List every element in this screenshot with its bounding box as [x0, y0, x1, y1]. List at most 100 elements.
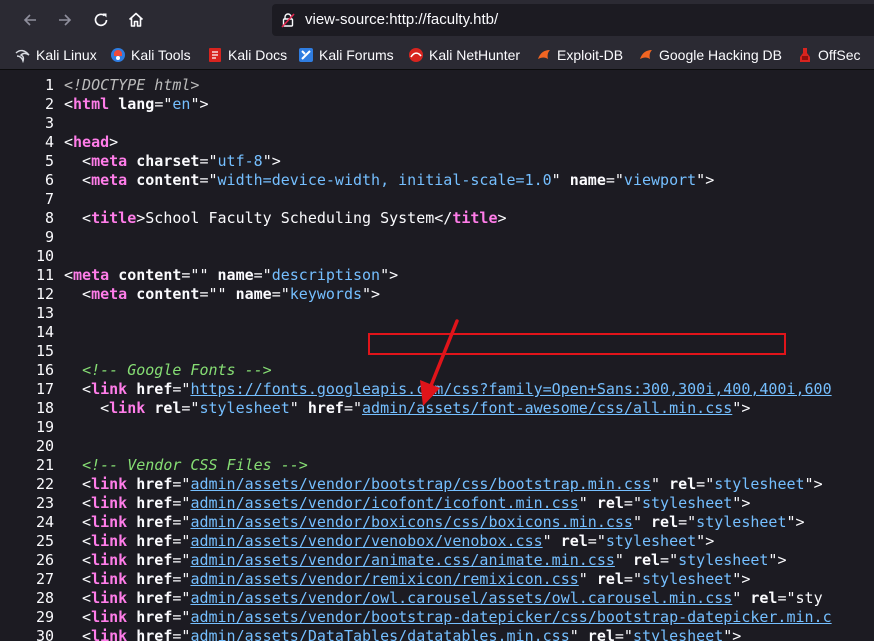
bookmark-kali-linux[interactable]: Kali Linux: [15, 45, 97, 65]
punctuation: =": [587, 532, 606, 550]
punctuation: [127, 608, 136, 626]
source-line: 18 <link rel="stylesheet" href="admin/as…: [0, 399, 874, 418]
home-button[interactable]: [123, 7, 149, 33]
source-link[interactable]: admin/assets/vendor/boxicons/css/boxicon…: [190, 513, 633, 531]
bookmark-kali-nethunter[interactable]: Kali NetHunter: [408, 45, 520, 65]
source-link[interactable]: admin/assets/vendor/bootstrap/css/bootst…: [190, 475, 651, 493]
line-code: <link href="admin/assets/vendor/animate.…: [64, 551, 786, 570]
url-text[interactable]: view-source:http://faculty.htb/: [305, 10, 498, 30]
punctuation: =": [614, 627, 633, 641]
line-code: <meta content="width=device-width, initi…: [64, 171, 714, 190]
punctuation: ">: [732, 494, 751, 512]
attribute-value: stylesheet: [714, 475, 805, 493]
punctuation: [127, 551, 136, 569]
punctuation: ": [614, 551, 633, 569]
source-link[interactable]: admin/assets/vendor/owl.carousel/assets/…: [190, 589, 732, 607]
source-line: 5 <meta charset="utf-8">: [0, 152, 874, 171]
bookmark-kali-tools[interactable]: Kali Tools: [110, 45, 191, 65]
kali-nethunter-icon: [409, 48, 423, 62]
tag-name: meta: [91, 152, 128, 170]
punctuation: [109, 95, 118, 113]
punctuation: ": [578, 570, 597, 588]
bookmark-offsec[interactable]: OffSec: [797, 45, 861, 65]
source-line: 6 <meta content="width=device-width, ini…: [0, 171, 874, 190]
source-link[interactable]: admin/assets/font-awesome/css/all.min.cs…: [362, 399, 732, 417]
forward-button[interactable]: [52, 7, 78, 33]
source-link[interactable]: admin/assets/vendor/remixicon/remixicon.…: [190, 570, 578, 588]
line-number: 23: [35, 494, 54, 512]
source-link[interactable]: https://fonts.googleapis.com/css?family=…: [190, 380, 831, 398]
attribute-value: viewport: [623, 171, 697, 189]
source-link[interactable]: admin/assets/DataTables/datatables.min.c…: [190, 627, 569, 641]
punctuation: ="": [199, 285, 236, 303]
line-code: <!-- Vendor CSS Files -->: [64, 456, 308, 475]
source-line: 11 <meta content="" name="descriptison">: [0, 266, 874, 285]
attribute-value: stylesheet: [199, 399, 290, 417]
attribute-name: rel: [750, 589, 778, 607]
attribute-value: en: [172, 95, 191, 113]
bookmark-kali-forums[interactable]: Kali Forums: [298, 45, 394, 65]
line-number: 27: [35, 570, 54, 588]
source-line: 1 <!DOCTYPE html>: [0, 76, 874, 95]
url-bar[interactable]: view-source:http://faculty.htb/: [272, 4, 874, 36]
html-comment: <!-- Google Fonts -->: [82, 361, 272, 379]
attribute-name: href: [136, 532, 173, 550]
source-line: 20: [0, 437, 874, 456]
punctuation: <: [64, 532, 92, 550]
punctuation: [145, 399, 154, 417]
punctuation: =": [172, 532, 191, 550]
line-number: 6: [44, 171, 54, 189]
google-hacking-db-icon: [640, 50, 652, 59]
punctuation: <: [64, 266, 74, 284]
punctuation: <: [64, 627, 92, 641]
bookmark-kali-docs[interactable]: Kali Docs: [207, 45, 287, 65]
bookmark-exploit-db[interactable]: Exploit-DB: [536, 45, 623, 65]
punctuation: ">: [732, 399, 751, 417]
bookmark-google-hacking-db[interactable]: Google Hacking DB: [638, 45, 782, 65]
attribute-value: descriptison: [271, 266, 381, 284]
source-link[interactable]: admin/assets/vendor/icofont/icofont.min.…: [190, 494, 578, 512]
attribute-name: href: [136, 494, 173, 512]
bookmark-label: Google Hacking DB: [659, 47, 782, 63]
attribute-name: href: [136, 513, 173, 531]
attribute-name: rel: [596, 570, 624, 588]
source-link[interactable]: admin/assets/vendor/venobox/venobox.css: [190, 532, 542, 550]
line-number: 25: [35, 532, 54, 550]
line-number: 17: [35, 380, 54, 398]
source-line: 23 <link href="admin/assets/vendor/icofo…: [0, 494, 874, 513]
source-line: 17 <link href="https://fonts.googleapis.…: [0, 380, 874, 399]
bookmark-label: OffSec: [818, 47, 861, 63]
page-source-view: 1 <!DOCTYPE html> 2 <html lang="en"> 3 4 <head…: [0, 71, 874, 641]
attribute-name: rel: [587, 627, 615, 641]
source-link[interactable]: admin/assets/vendor/bootstrap-datepicker…: [190, 608, 831, 626]
punctuation: [127, 171, 136, 189]
back-arrow-icon: [23, 14, 36, 26]
attribute-name: lang: [118, 95, 155, 113]
punctuation: <: [64, 608, 92, 626]
line-number: 11: [35, 266, 54, 284]
forward-arrow-icon: [59, 14, 72, 26]
reload-button[interactable]: [88, 7, 114, 33]
source-line: 27 <link href="admin/assets/vendor/remix…: [0, 570, 874, 589]
line-number: 15: [35, 342, 54, 360]
tag-name: title: [452, 209, 498, 227]
source-link[interactable]: admin/assets/vendor/animate.css/animate.…: [190, 551, 614, 569]
line-number: 7: [44, 190, 54, 208]
line-code: <link href="admin/assets/vendor/icofont/…: [64, 494, 750, 513]
tag-name: meta: [91, 171, 128, 189]
bookmark-label: Kali Forums: [319, 47, 394, 63]
punctuation: [127, 589, 136, 607]
punctuation: [109, 266, 118, 284]
source-line: 21 <!-- Vendor CSS Files -->: [0, 456, 874, 475]
attribute-value: stylesheet: [696, 513, 787, 531]
punctuation: ": [632, 513, 652, 531]
punctuation: <: [64, 494, 92, 512]
source-line: 30 <link href="admin/assets/DataTables/d…: [0, 627, 874, 641]
line-number: 14: [35, 323, 54, 341]
attribute-value: keywords: [289, 285, 363, 303]
punctuation: ">: [380, 266, 399, 284]
back-button[interactable]: [17, 7, 43, 33]
attribute-name: href: [136, 475, 173, 493]
page-info-icon[interactable]: [280, 12, 296, 28]
punctuation: =": [696, 475, 715, 493]
